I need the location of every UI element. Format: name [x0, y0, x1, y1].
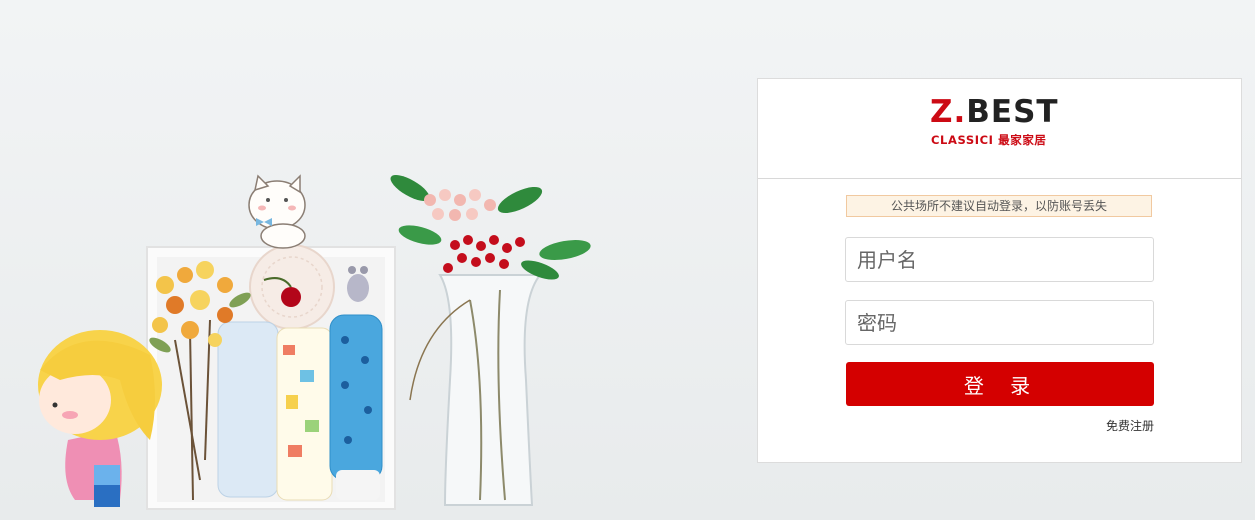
register-link[interactable]: 免费注册	[1106, 417, 1154, 434]
username-input[interactable]	[845, 237, 1154, 282]
logo-z: Z.	[930, 94, 967, 130]
security-notice: 公共场所不建议自动登录，以防账号丢失	[846, 195, 1152, 217]
password-input[interactable]	[845, 300, 1154, 345]
brand-logo: Z.BEST	[930, 97, 1059, 128]
login-button[interactable]: 登 录	[846, 362, 1154, 406]
logo-subtitle: CLASSICI 最家家居	[931, 133, 1047, 147]
logo-header: Z.BEST CLASSICI 最家家居	[758, 79, 1241, 179]
logo-best: BEST	[966, 94, 1059, 130]
login-panel: Z.BEST CLASSICI 最家家居 公共场所不建议自动登录，以防账号丢失 …	[757, 78, 1242, 463]
gift-box-icon	[146, 244, 396, 510]
